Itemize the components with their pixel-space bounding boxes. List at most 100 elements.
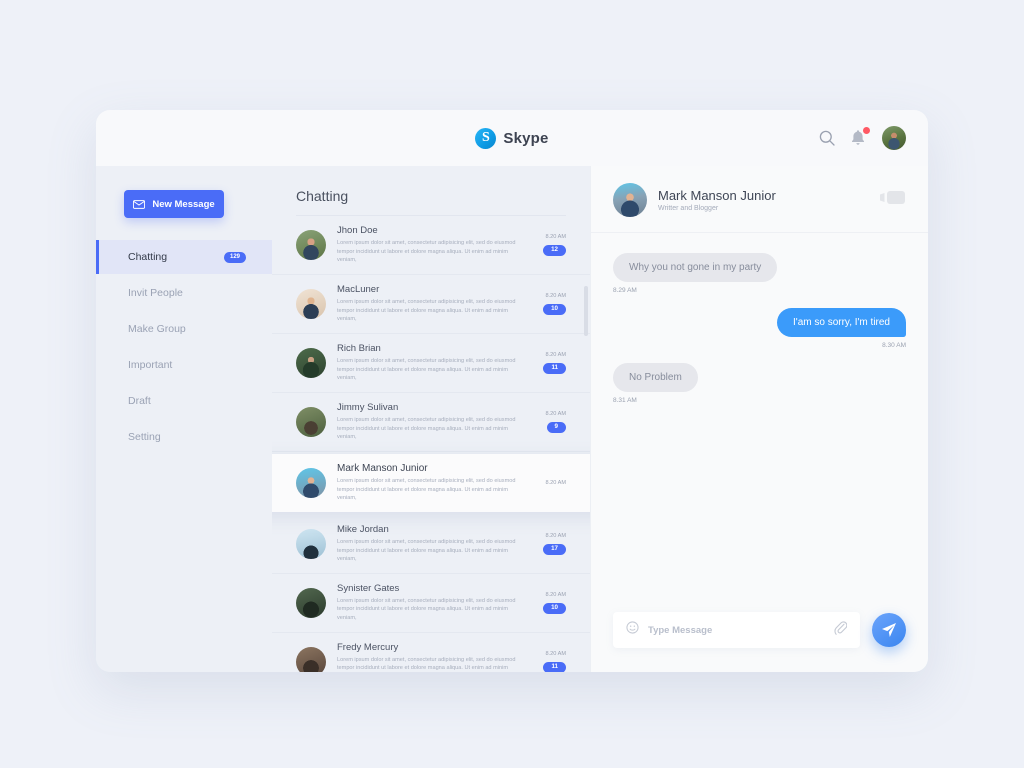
message-bubble-outgoing: I'am so sorry, I'm tired bbox=[777, 308, 906, 337]
sidebar-item-label: Setting bbox=[128, 431, 161, 443]
brand: S Skype bbox=[475, 127, 548, 149]
envelope-icon bbox=[133, 199, 146, 209]
chat-time: 8.20 AM bbox=[545, 233, 566, 240]
chat-text: Fredy Mercury Lorem ipsum dolor sit amet,… bbox=[337, 642, 521, 672]
chat-text: Synister Gates Lorem ipsum dolor sit amet… bbox=[337, 583, 521, 623]
chat-snippet: Lorem ipsum dolor sit amet, consectetur … bbox=[337, 357, 516, 382]
chat-list-item[interactable]: Jhon Doe Lorem ipsum dolor sit amet, cons… bbox=[272, 216, 590, 275]
chat-meta: 8.20 AM 10 bbox=[532, 592, 566, 614]
chat-meta: 8.20 AM 9 bbox=[532, 411, 566, 433]
chat-text: Rich Brian Lorem ipsum dolor sit amet, co… bbox=[337, 343, 521, 383]
chat-text: Mark Manson Junior Lorem ipsum dolor sit … bbox=[337, 463, 521, 503]
sidebar-item-chatting[interactable]: Chatting 129 bbox=[96, 240, 272, 274]
chat-meta: 8.20 AM 11 bbox=[532, 651, 566, 672]
chat-unread-badge: 10 bbox=[543, 303, 566, 316]
chat-list-panel: Chatting Jhon Doe Lorem ipsum dolor sit a… bbox=[272, 166, 590, 672]
contact-role: Writter and Blogger bbox=[658, 205, 719, 212]
chat-contact-name: Rich Brian bbox=[337, 342, 381, 354]
paperclip-icon[interactable] bbox=[834, 620, 848, 640]
chat-avatar bbox=[296, 467, 326, 498]
send-button[interactable] bbox=[872, 613, 906, 647]
chat-list-item[interactable]: Fredy Mercury Lorem ipsum dolor sit amet,… bbox=[272, 633, 590, 672]
chat-contact-name: Jimmy Sulivan bbox=[337, 401, 399, 413]
sidebar-item-important[interactable]: Important bbox=[96, 348, 272, 382]
bell-icon[interactable] bbox=[850, 126, 871, 147]
sidebar-item-label: Important bbox=[128, 359, 173, 371]
chat-list-title: Chatting bbox=[296, 188, 566, 216]
chat-snippet: Lorem ipsum dolor sit amet, consectetur … bbox=[337, 298, 516, 323]
chat-avatar bbox=[296, 646, 326, 672]
chat-list-item[interactable]: Synister Gates Lorem ipsum dolor sit amet… bbox=[272, 574, 590, 633]
chat-meta: 8.20 AM bbox=[532, 480, 566, 486]
chat-list-scroll: Jhon Doe Lorem ipsum dolor sit amet, cons… bbox=[272, 216, 590, 672]
chat-unread-badge: 11 bbox=[543, 661, 566, 672]
app-window: S Skype New Message Chatting 129 Invit P… bbox=[96, 110, 928, 672]
sidebar-item-setting[interactable]: Setting bbox=[96, 420, 272, 454]
message-input-wrap[interactable] bbox=[613, 612, 860, 648]
new-message-button[interactable]: New Message bbox=[124, 190, 224, 218]
chat-text: Mike Jordan Lorem ipsum dolor sit amet, c… bbox=[337, 524, 521, 564]
chat-meta: 8.20 AM 12 bbox=[532, 233, 566, 257]
chat-snippet: Lorem ipsum dolor sit amet, consectetur … bbox=[337, 656, 516, 672]
video-camera-icon[interactable] bbox=[880, 190, 906, 210]
sidebar-item-draft[interactable]: Draft bbox=[96, 384, 272, 418]
chat-snippet: Lorem ipsum dolor sit amet, consectetur … bbox=[337, 416, 516, 441]
chat-unread-badge: 11 bbox=[543, 362, 566, 375]
chat-avatar bbox=[296, 288, 326, 319]
chat-avatar bbox=[296, 587, 326, 618]
message-input[interactable] bbox=[648, 624, 825, 636]
chat-avatar bbox=[296, 347, 326, 378]
sidebar-item-invite-people[interactable]: Invit People bbox=[96, 276, 272, 310]
chat-contact-name: Jhon Doe bbox=[337, 225, 378, 236]
chat-meta: 8.20 AM 11 bbox=[532, 351, 566, 375]
chat-time: 8.20 AM bbox=[545, 591, 566, 598]
main-body: New Message Chatting 129 Invit People Ma… bbox=[96, 166, 928, 672]
sidebar-item-make-group[interactable]: Make Group bbox=[96, 312, 272, 346]
topbar-actions bbox=[818, 126, 906, 150]
chat-list-item[interactable]: Jimmy Sulivan Lorem ipsum dolor sit amet,… bbox=[272, 393, 590, 452]
chat-contact-name: Synister Gates bbox=[337, 582, 400, 594]
composer bbox=[591, 612, 928, 672]
sidebar-item-label: Draft bbox=[128, 395, 151, 407]
sidebar-badge: 129 bbox=[223, 251, 246, 263]
conversation-panel: Mark Manson Junior Writter and Blogger W… bbox=[590, 166, 928, 672]
message-group: I'am so sorry, I'm tired 8.30 AM bbox=[613, 308, 906, 349]
chat-snippet: Lorem ipsum dolor sit amet, consectetur … bbox=[337, 597, 516, 622]
chat-text: MacLuner Lorem ipsum dolor sit amet, cons… bbox=[337, 284, 521, 324]
message-list: Why you not gone in my party 8.29 AM I'am … bbox=[591, 233, 928, 612]
avatar[interactable] bbox=[882, 126, 906, 150]
chat-unread-badge: 17 bbox=[543, 543, 566, 555]
message-bubble-incoming: No Problem bbox=[613, 363, 698, 392]
notification-dot bbox=[862, 126, 871, 135]
chat-time: 8.20 AM bbox=[545, 532, 566, 539]
chat-list-item[interactable]: Rich Brian Lorem ipsum dolor sit amet, co… bbox=[272, 334, 590, 393]
chat-unread-badge: 10 bbox=[543, 602, 566, 614]
chat-meta: 8.20 AM 10 bbox=[532, 292, 566, 316]
chat-time: 8.20 AM bbox=[545, 479, 566, 486]
chat-list-scrollbar[interactable] bbox=[584, 286, 588, 336]
chat-contact-name: Mark Manson Junior bbox=[337, 462, 428, 474]
chat-text: Jimmy Sulivan Lorem ipsum dolor sit amet,… bbox=[337, 402, 521, 442]
message-group: No Problem 8.31 AM bbox=[613, 363, 906, 404]
smiley-icon[interactable] bbox=[626, 621, 639, 639]
chat-list-item[interactable]: Mike Jordan Lorem ipsum dolor sit amet, c… bbox=[272, 515, 590, 574]
top-bar: S Skype bbox=[96, 110, 928, 166]
chat-avatar bbox=[296, 528, 326, 559]
search-icon[interactable] bbox=[818, 129, 836, 147]
chat-list-item-selected[interactable]: Mark Manson Junior Lorem ipsum dolor sit … bbox=[272, 453, 590, 512]
sidebar: New Message Chatting 129 Invit People Ma… bbox=[96, 166, 272, 672]
conversation-header: Mark Manson Junior Writter and Blogger bbox=[591, 166, 928, 233]
sidebar-item-label: Invit People bbox=[128, 287, 183, 299]
sidebar-nav: Chatting 129 Invit People Make Group Imp… bbox=[96, 240, 272, 454]
chat-unread-badge: 12 bbox=[543, 244, 566, 257]
contact-info: Mark Manson Junior Writter and Blogger bbox=[658, 188, 776, 212]
contact-name: Mark Manson Junior bbox=[658, 188, 776, 203]
chat-time: 8.20 AM bbox=[545, 410, 566, 417]
chat-time: 8.20 AM bbox=[545, 292, 566, 299]
chat-list-item[interactable]: MacLuner Lorem ipsum dolor sit amet, cons… bbox=[272, 275, 590, 334]
skype-logo-icon: S bbox=[475, 127, 497, 149]
message-timestamp: 8.31 AM bbox=[613, 397, 637, 404]
message-timestamp: 8.30 AM bbox=[882, 342, 906, 349]
chat-time: 8.20 AM bbox=[545, 351, 566, 358]
chat-time: 8.20 AM bbox=[545, 650, 566, 657]
